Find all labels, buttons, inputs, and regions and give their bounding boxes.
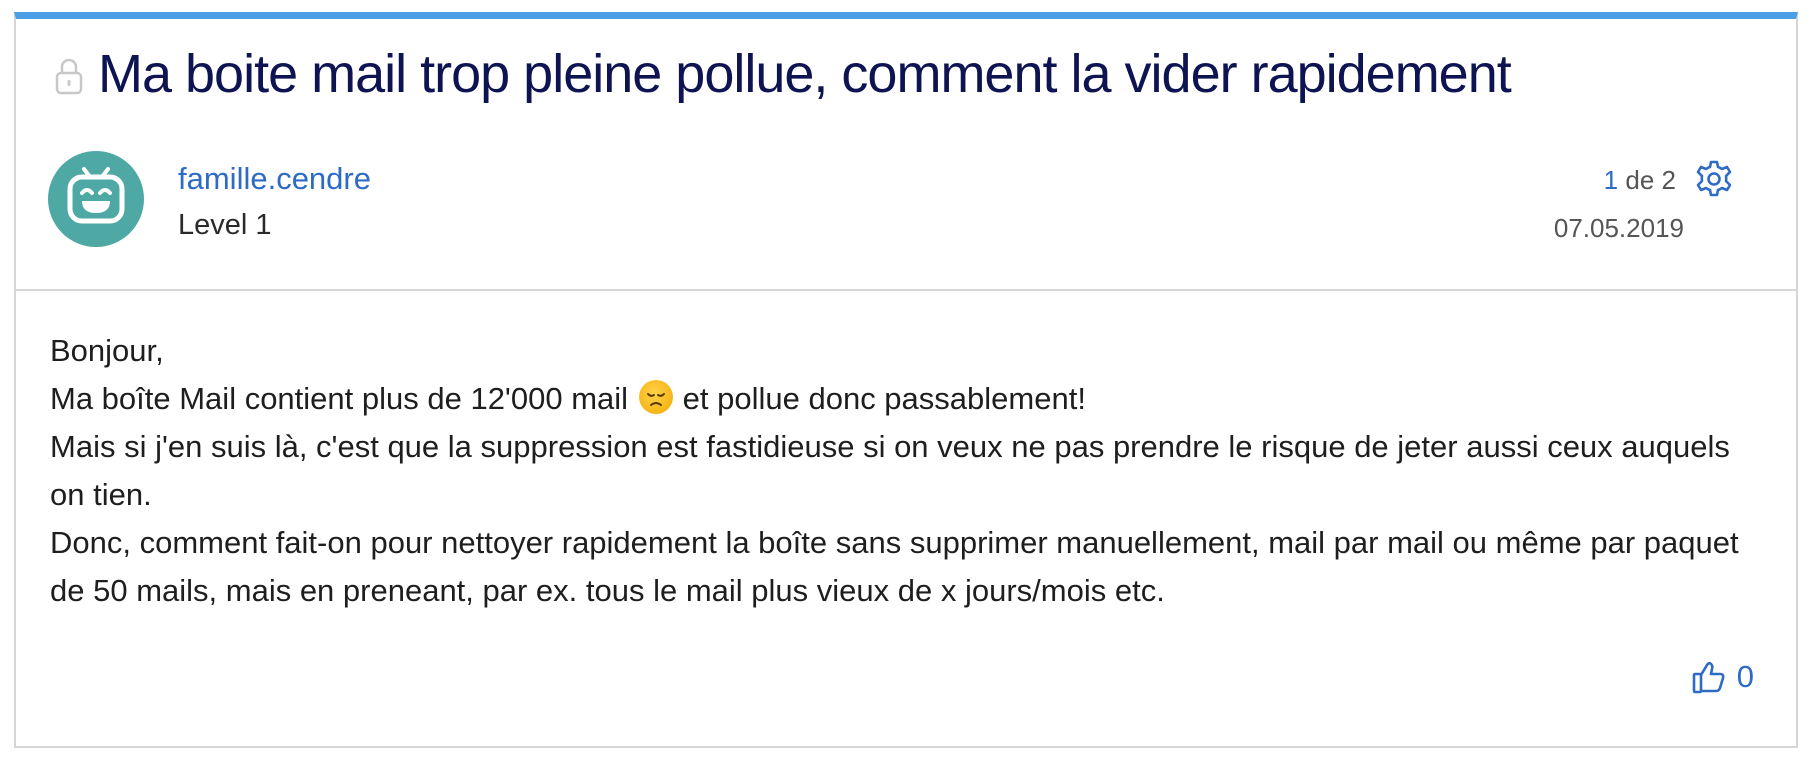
- page-title: Ma boite mail trop pleine pollue, commen…: [98, 44, 1512, 104]
- title-row: Ma boite mail trop pleine pollue, commen…: [54, 43, 1512, 105]
- author-level: Level 1: [178, 209, 272, 241]
- body-text: Ma boîte Mail contient plus de 12'000 ma…: [50, 381, 629, 416]
- gear-icon[interactable]: [1694, 159, 1734, 199]
- author-name-link[interactable]: famille.cendre: [178, 161, 371, 197]
- body-line: Bonjour,: [50, 333, 164, 368]
- robot-avatar-icon: [67, 167, 125, 224]
- post-card: Ma boite mail trop pleine pollue, commen…: [14, 12, 1798, 748]
- body-line: Mais si j'en suis là, c'est que la suppr…: [50, 429, 1730, 512]
- like-count: 0: [1736, 659, 1754, 694]
- reply-pager: 1 de 2: [1604, 165, 1676, 196]
- avatar[interactable]: [48, 151, 144, 247]
- body-text: et pollue donc passablement!: [682, 381, 1086, 416]
- pager-total: 2: [1661, 165, 1676, 195]
- post-body: Bonjour, Ma boîte Mail contient plus de …: [50, 327, 1770, 615]
- author-row: famille.cendre Level 1 1 de 2 07.05.2019: [48, 151, 1768, 251]
- pager-current[interactable]: 1: [1604, 165, 1618, 195]
- disappointed-face-emoji: [638, 380, 673, 414]
- lock-icon: [55, 58, 83, 95]
- thumbs-up-icon: [1692, 661, 1725, 694]
- divider: [16, 289, 1796, 291]
- pager-separator: de: [1625, 165, 1655, 195]
- like-button[interactable]: 0: [1691, 659, 1754, 695]
- body-line: Ma boîte Mail contient plus de 12'000 ma…: [50, 375, 1770, 423]
- post-date: 07.05.2019: [1553, 213, 1684, 243]
- body-line: Donc, comment fait-on pour nettoyer rapi…: [50, 525, 1739, 608]
